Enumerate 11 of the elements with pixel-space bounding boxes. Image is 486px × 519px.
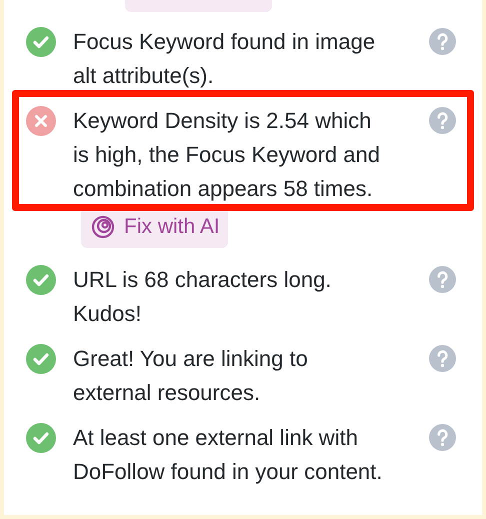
help-icon[interactable] — [429, 345, 456, 372]
swirl-icon — [91, 214, 115, 238]
check-message: Great! You are linking to external resources. — [73, 345, 309, 407]
check-message: Keyword Density is 2.54 which is high, the Focus Keyword and combination appears 58 times. — [73, 107, 381, 203]
check-message: Focus Keyword found in image alt attribute(s). — [73, 28, 376, 90]
check-message: URL is 68 characters long. Kudos! — [73, 266, 332, 328]
check-message: At least one external link with DoFollow found in your content. — [73, 424, 384, 486]
help-icon[interactable] — [429, 266, 456, 293]
help-icon[interactable] — [429, 28, 456, 55]
help-icon[interactable] — [429, 424, 456, 451]
help-icon[interactable] — [429, 107, 456, 134]
